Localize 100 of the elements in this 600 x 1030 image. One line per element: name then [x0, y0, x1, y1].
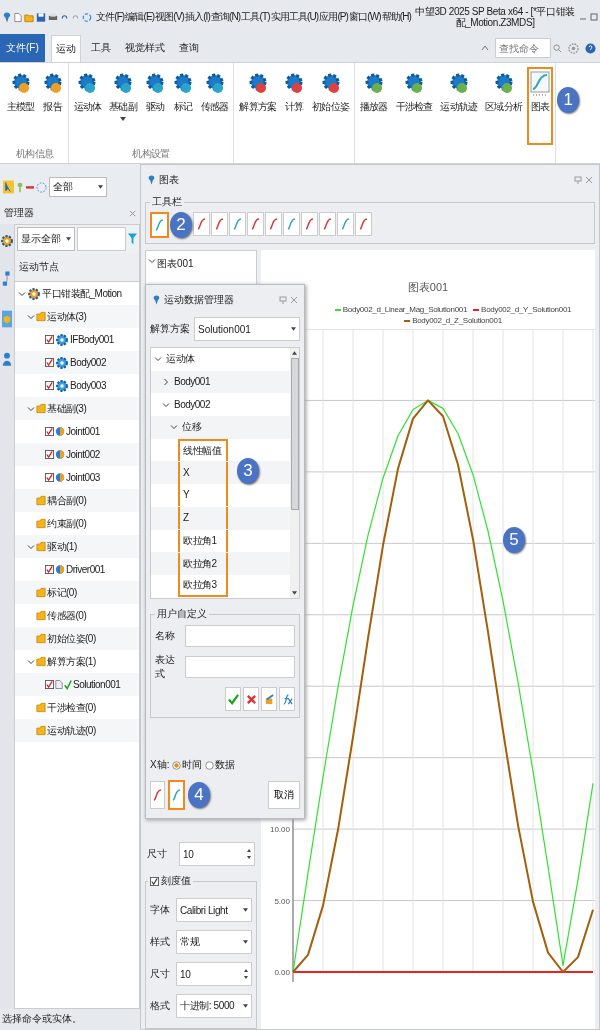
pin-icon[interactable] [279, 296, 287, 304]
menu-item[interactable]: 文件(F) [96, 10, 125, 24]
menu-item[interactable]: 查询(N) [210, 10, 241, 24]
spin-box[interactable]: 10 [179, 842, 255, 866]
checkbox[interactable] [45, 565, 54, 574]
ribbon-button[interactable]: 运动体 [70, 67, 105, 145]
tree-item[interactable]: Body002 [171, 393, 213, 416]
ribbon-tab[interactable]: 文件(F) [0, 34, 45, 62]
ribbon-button[interactable]: 区域分析 [482, 67, 526, 145]
icon-button[interactable] [168, 780, 185, 810]
menu-item[interactable]: 窗口(W) [349, 10, 381, 24]
tree-item[interactable]: 运动体 [163, 348, 198, 371]
menu-item[interactable]: 实用工具(U) [270, 10, 319, 24]
tree-item[interactable]: 位移 [179, 416, 204, 439]
ribbon-button[interactable]: 播放器 [357, 67, 391, 145]
toolbar-button[interactable] [265, 212, 282, 236]
menu-item[interactable]: 应用(P) [319, 10, 349, 24]
checkbox[interactable] [45, 473, 54, 482]
checkbox[interactable] [45, 427, 54, 436]
tree-item[interactable]: IFBody001 [70, 334, 114, 345]
chevron-down-icon[interactable] [27, 542, 35, 551]
tree-item[interactable]: Joint002 [66, 449, 100, 460]
display-filter-dropdown[interactable]: 显示全部 [17, 227, 75, 251]
checkbox[interactable] [45, 381, 54, 390]
rotate-icon[interactable] [82, 10, 92, 24]
tree-item[interactable]: 驱动(1) [47, 539, 77, 554]
toolbar-button[interactable] [150, 212, 169, 238]
tree-item[interactable]: Body003 [70, 380, 106, 391]
toolbar-button[interactable] [301, 212, 318, 236]
chevron-down-icon[interactable] [170, 423, 178, 432]
redo-icon[interactable] [71, 12, 80, 22]
chevron-down-icon[interactable] [148, 257, 156, 265]
checkbox[interactable] [45, 335, 54, 344]
toolbar-button[interactable] [211, 212, 228, 236]
tree-item[interactable]: X [178, 461, 228, 484]
ribbon-button[interactable]: 传感器 [197, 67, 232, 145]
checkbox[interactable] [45, 450, 54, 459]
app-logo-icon[interactable] [2, 10, 12, 24]
scroll-up-icon[interactable] [292, 351, 297, 355]
function-icon[interactable] [281, 693, 293, 705]
ribbon-button[interactable]: 报告 [39, 67, 66, 145]
checkbox[interactable] [45, 680, 54, 689]
save-icon[interactable] [36, 11, 46, 23]
scrollbar[interactable] [290, 348, 299, 598]
radio-icon[interactable] [172, 760, 182, 770]
chevron-down-icon[interactable] [27, 657, 35, 666]
chevron-down-icon[interactable] [154, 355, 162, 364]
tree-item[interactable]: 传感器(0) [47, 608, 87, 623]
funnel-icon[interactable] [128, 233, 137, 245]
dropdown[interactable]: 常规 [176, 930, 252, 954]
ribbon-button[interactable]: 计算 [281, 67, 308, 145]
close-icon[interactable] [585, 176, 593, 184]
solution-dropdown[interactable]: Solution001 [194, 317, 300, 341]
ribbon-tab[interactable]: 运动 [50, 34, 81, 62]
toolbar-button[interactable] [355, 212, 372, 236]
checkbox[interactable] [150, 876, 159, 886]
search-field[interactable]: 查找命令 [495, 38, 551, 58]
radio-option[interactable]: 时间 [172, 758, 203, 772]
cross-icon[interactable] [245, 693, 257, 705]
input-field[interactable] [185, 625, 295, 647]
ribbon-button[interactable]: 解算方案 [236, 67, 280, 145]
menu-item[interactable]: 工具(T) [241, 10, 270, 24]
cube-icon[interactable] [2, 310, 12, 328]
menu-item[interactable]: 编辑(E) [125, 10, 155, 24]
close-icon[interactable] [290, 296, 298, 304]
filter-input-field[interactable] [77, 227, 126, 251]
tree-item[interactable]: Joint001 [66, 426, 100, 437]
filter-dropdown[interactable]: 全部 [49, 177, 107, 197]
tree-item[interactable]: Solution001 [73, 679, 121, 690]
icon-button[interactable] [150, 781, 165, 809]
ribbon-tab[interactable]: 工具 [86, 35, 115, 61]
column-header[interactable]: 运动节点 [15, 253, 139, 282]
tree-item[interactable]: 干涉检查(0) [47, 700, 96, 715]
edit-icon[interactable] [263, 693, 275, 705]
menu-item[interactable]: 视图(V) [155, 10, 184, 24]
checkbox[interactable] [45, 358, 54, 367]
toolbar-button[interactable] [319, 212, 336, 236]
printer-icon[interactable] [48, 11, 58, 23]
toolbar-button[interactable] [337, 212, 354, 236]
tree-item[interactable]: Driver001 [66, 564, 105, 575]
dropdown[interactable]: 十进制: 5000 [176, 994, 252, 1018]
ribbon-button[interactable]: 运动轨迹 [437, 67, 481, 145]
undo-icon[interactable] [60, 12, 69, 22]
pin-icon[interactable] [574, 176, 582, 184]
chevron-down-icon[interactable] [162, 400, 170, 409]
menu-item[interactable]: 帮助(H) [381, 10, 412, 24]
toolbar-button[interactable] [229, 212, 246, 236]
ribbon-button[interactable]: 主模型 [4, 67, 38, 145]
chevron-right-icon[interactable] [162, 378, 170, 387]
tree-item[interactable]: 平口钳装配_Motion [42, 286, 122, 301]
chevron-down-icon[interactable] [18, 289, 26, 298]
pin-icon[interactable] [16, 180, 24, 194]
ribbon-tab[interactable]: 视觉样式 [120, 35, 169, 61]
tree-item[interactable]: Body002 [70, 357, 106, 368]
close-icon[interactable] [129, 209, 136, 217]
toolbar-button[interactable] [247, 212, 264, 236]
input-field[interactable] [185, 656, 295, 678]
menu-item[interactable]: 插入(I) [184, 10, 210, 24]
ribbon-tab[interactable]: 查询 [174, 35, 203, 61]
ribbon-button[interactable]: 基础副 [106, 67, 140, 145]
